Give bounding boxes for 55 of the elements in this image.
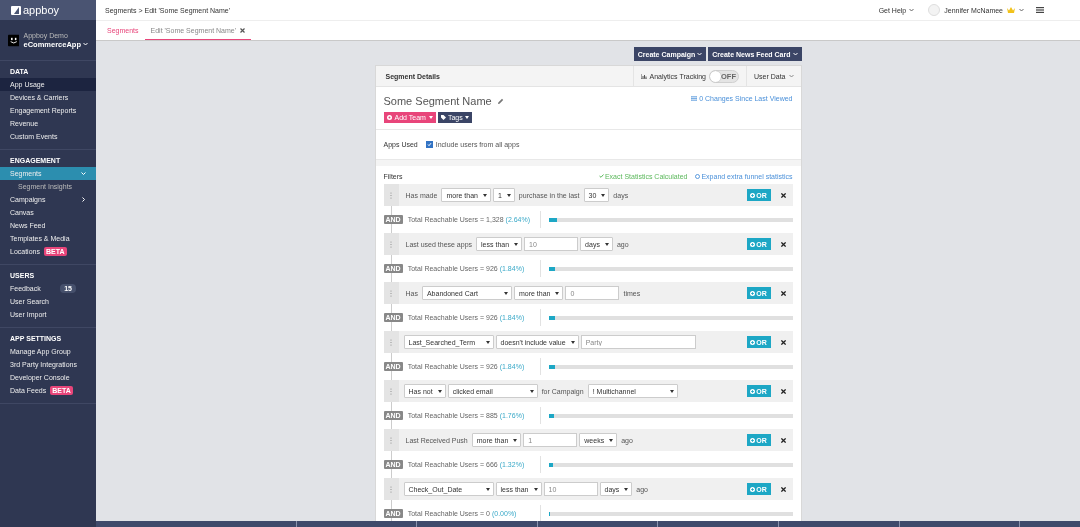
remove-icon[interactable] xyxy=(780,339,786,345)
caret-icon xyxy=(506,193,511,197)
menu-icon[interactable] xyxy=(1036,7,1044,13)
caret-icon xyxy=(570,340,575,344)
remove-icon[interactable] xyxy=(780,192,786,198)
crown-icon xyxy=(1007,7,1015,13)
caret-icon xyxy=(428,116,433,119)
avatar-icon xyxy=(928,4,941,16)
bar-chart-icon xyxy=(640,73,647,79)
tag-icon xyxy=(440,115,446,120)
remove-icon[interactable] xyxy=(780,486,786,492)
logo-icon xyxy=(11,5,21,15)
circle-icon xyxy=(695,173,701,179)
plus-icon xyxy=(750,241,756,247)
table-icon xyxy=(691,96,698,101)
remove-icon[interactable] xyxy=(780,290,786,296)
app-avatar-icon xyxy=(8,32,20,48)
caret-icon xyxy=(529,389,534,393)
caret-icon xyxy=(485,487,490,491)
caret-icon xyxy=(83,42,88,46)
caret-icon xyxy=(514,242,519,246)
check-icon xyxy=(598,174,604,178)
caret-icon xyxy=(604,242,609,246)
remove-icon[interactable] xyxy=(780,241,786,247)
brand-name: appboy xyxy=(23,4,60,16)
caret-icon xyxy=(624,487,629,491)
caret-icon[interactable] xyxy=(1019,8,1024,12)
pencil-icon[interactable] xyxy=(496,97,504,105)
caret-icon xyxy=(601,193,606,197)
close-icon[interactable] xyxy=(240,27,246,33)
plus-icon xyxy=(750,388,756,394)
caret-icon xyxy=(792,52,798,56)
caret-icon xyxy=(437,389,442,393)
checkbox[interactable] xyxy=(425,141,433,148)
plus-icon xyxy=(750,339,756,345)
caret-icon xyxy=(788,74,794,78)
plus-icon xyxy=(750,437,756,443)
remove-icon[interactable] xyxy=(780,437,786,443)
caret-icon xyxy=(533,487,538,491)
plus-icon xyxy=(750,290,756,296)
caret-icon xyxy=(485,340,490,344)
caret-icon xyxy=(609,438,614,442)
caret-icon xyxy=(503,291,508,295)
plus-icon xyxy=(750,192,756,198)
segment-name: Some Segment Name xyxy=(383,95,492,107)
caret-icon xyxy=(909,8,915,12)
caret-icon xyxy=(513,438,518,442)
caret-icon xyxy=(697,52,703,56)
plus-icon xyxy=(750,486,756,492)
target-icon xyxy=(386,115,392,120)
caret-icon xyxy=(555,291,560,295)
caret-icon xyxy=(464,116,469,119)
caret-icon xyxy=(482,193,487,197)
caret-icon xyxy=(669,389,674,393)
remove-icon[interactable] xyxy=(780,388,786,394)
